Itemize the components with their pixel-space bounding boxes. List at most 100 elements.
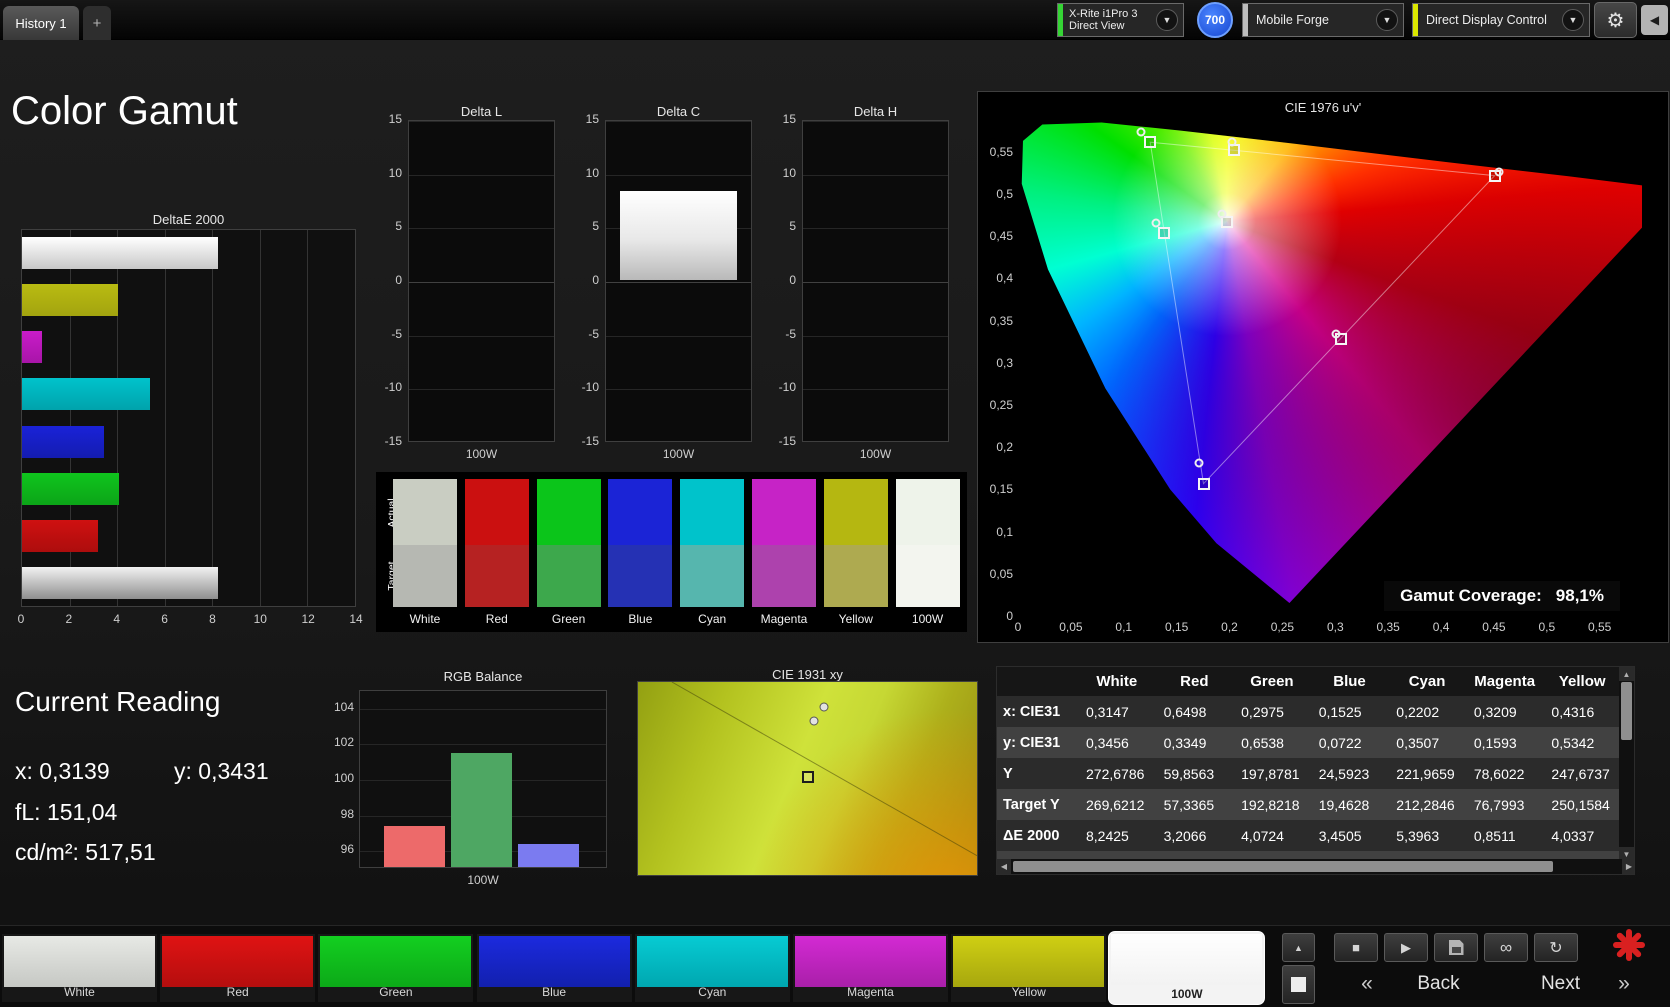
reading-fl: fL: 151,04 — [15, 799, 118, 825]
cie1931-target-marker — [801, 770, 814, 783]
cie-x-tick: 0,4 — [1432, 620, 1450, 634]
save-button[interactable] — [1434, 933, 1478, 962]
gear-icon: ⚙ — [1606, 9, 1625, 32]
delta-gridline — [606, 282, 751, 283]
table-row: y: CIE31 0,3456 0,3349 0,6538 0,0722 0,3507 0,… — [997, 727, 1621, 758]
patch-button-magenta[interactable]: Magenta — [793, 934, 948, 1002]
back-button[interactable]: Back — [1385, 965, 1492, 1003]
scroll-left-icon[interactable]: ◀ — [997, 859, 1011, 874]
display-control-selector[interactable]: Direct Display Control ▼ — [1412, 3, 1590, 37]
patch-button-cyan[interactable]: Cyan — [634, 934, 790, 1002]
delta-y-tick: 10 — [388, 165, 402, 180]
patch-label: Magenta — [847, 985, 894, 999]
deltae-gridline — [355, 230, 356, 606]
delta-y-tick: -5 — [588, 326, 599, 341]
patch-button-blue[interactable]: Blue — [476, 934, 632, 1002]
table-row-label: y: CIE31 — [1003, 734, 1061, 751]
table-horizontal-scrollbar[interactable]: ◀ ▶ — [997, 859, 1634, 874]
chevron-down-icon: ▼ — [1162, 15, 1172, 25]
table-cell: 3,2066 — [1163, 827, 1207, 844]
refresh-button[interactable]: ↻ — [1534, 933, 1578, 962]
cie-x-tick: 0,05 — [1059, 620, 1083, 634]
patch-button-yellow[interactable]: Yellow — [951, 934, 1107, 1002]
workflow-dropdown-button[interactable]: ▼ — [1376, 9, 1398, 31]
continuous-measure-button[interactable]: ∞ — [1484, 933, 1528, 962]
add-tab-button[interactable]: + — [83, 6, 111, 40]
scroll-up-icon[interactable]: ▲ — [1619, 667, 1634, 681]
plus-icon: + — [92, 14, 102, 32]
pattern-window-button[interactable] — [1282, 965, 1315, 1004]
forward-chevrons-button[interactable]: » — [1608, 965, 1640, 1003]
delta-y-tick: 15 — [388, 112, 402, 126]
play-button[interactable]: ▶ — [1384, 933, 1428, 962]
settings-button[interactable]: ⚙ — [1594, 2, 1637, 38]
cie-x-tick: 0,45 — [1482, 620, 1506, 634]
red-asterisk-icon[interactable] — [1610, 927, 1648, 963]
patch-button-100w[interactable]: 100W — [1109, 932, 1265, 1004]
delta-gridline — [803, 389, 948, 391]
blue-measured-marker — [1194, 458, 1204, 468]
patch-button-white[interactable]: White — [2, 934, 157, 1002]
display-control-label: Direct Display Control — [1426, 13, 1547, 27]
stop-button[interactable]: ■ — [1334, 933, 1378, 962]
swatch-actual-cyan — [680, 479, 745, 545]
deltae-bar-green — [22, 472, 119, 505]
gamut-coverage-value: 98,1% — [1555, 586, 1604, 605]
deltae-x-tick: 2 — [65, 612, 73, 626]
meter-label: X-Rite i1Pro 3 Direct View — [1063, 8, 1156, 32]
meter-dropdown-button[interactable]: ▼ — [1156, 9, 1178, 31]
collapse-left-icon: ◀ — [1649, 13, 1660, 27]
next-button[interactable]: Next — [1518, 965, 1603, 1003]
table-cell: 5,3963 — [1396, 827, 1440, 844]
deltae-x-tick: 12 — [301, 612, 315, 626]
table-cell: 0,3456 — [1086, 734, 1129, 751]
cie1976-plot: Gamut Coverage: 98,1% — [1018, 119, 1642, 617]
table-cell: 8,2425 — [1086, 827, 1129, 844]
table-cell: 0,5342 — [1551, 734, 1595, 751]
gamut-coverage-label: Gamut Coverage: — [1400, 586, 1542, 605]
delta-gridline — [803, 282, 948, 283]
history-tab[interactable]: History 1 — [3, 6, 79, 40]
rgb-y-tick: 100 — [333, 771, 354, 785]
table-cell: 19,4628 — [1318, 796, 1370, 813]
patch-swatch — [953, 936, 1105, 987]
stop-icon: ■ — [1352, 940, 1360, 955]
swatch-target-yellow — [823, 545, 888, 607]
collapse-panel-button[interactable]: ◀ — [1641, 5, 1668, 35]
table-cell: 0,1593 — [1473, 734, 1517, 751]
delta-y-tick: -5 — [785, 326, 796, 341]
table-header-cell: Blue — [1333, 673, 1366, 690]
horizontal-scroll-thumb[interactable] — [1013, 861, 1553, 872]
swatch-actual-red — [464, 479, 529, 545]
table-cell: 0,1525 — [1318, 703, 1362, 720]
cie-x-tick: 0,25 — [1270, 620, 1295, 634]
table-header-cell: Cyan — [1408, 673, 1446, 690]
deltae-bar-blue — [22, 425, 105, 458]
table-row-label: Target Y — [1003, 796, 1060, 813]
meter-name: X-Rite i1Pro 3 — [1069, 8, 1138, 20]
cie-x-tick: 0,15 — [1164, 620, 1189, 634]
scroll-right-icon[interactable]: ▶ — [1622, 859, 1634, 874]
table-cell: 4,0724 — [1241, 827, 1284, 844]
swatch-actual-white — [393, 479, 457, 545]
cie-x-tick: 0,35 — [1376, 620, 1400, 634]
delta-y-tick: -15 — [581, 434, 599, 448]
table-vertical-scrollbar[interactable]: ▲ ▼ — [1619, 667, 1634, 861]
rgb-gridline — [360, 708, 606, 710]
target-luminance-badge[interactable]: 700 — [1197, 2, 1233, 38]
meter-selector[interactable]: X-Rite i1Pro 3 Direct View ▼ — [1057, 3, 1184, 37]
window-icon — [1291, 977, 1306, 992]
patch-button-red[interactable]: Red — [160, 934, 316, 1002]
expand-up-button[interactable]: ▲ — [1282, 933, 1315, 962]
display-dropdown-button[interactable]: ▼ — [1562, 9, 1584, 31]
cie1931-chart — [637, 681, 978, 876]
patch-button-green[interactable]: Green — [318, 934, 474, 1002]
delta-y-tick: -10 — [581, 380, 599, 395]
workflow-selector[interactable]: Mobile Forge ▼ — [1242, 3, 1404, 37]
blue-target-marker — [1197, 477, 1210, 490]
back-chevrons-button[interactable]: « — [1351, 965, 1383, 1003]
vertical-scroll-thumb[interactable] — [1621, 682, 1632, 740]
table-row: Target Y 269,6212 57,3365 192,8218 19,4628 21… — [997, 789, 1621, 820]
gamut-triangle-svg — [1149, 141, 1496, 485]
swatch-label: Green — [551, 612, 586, 626]
